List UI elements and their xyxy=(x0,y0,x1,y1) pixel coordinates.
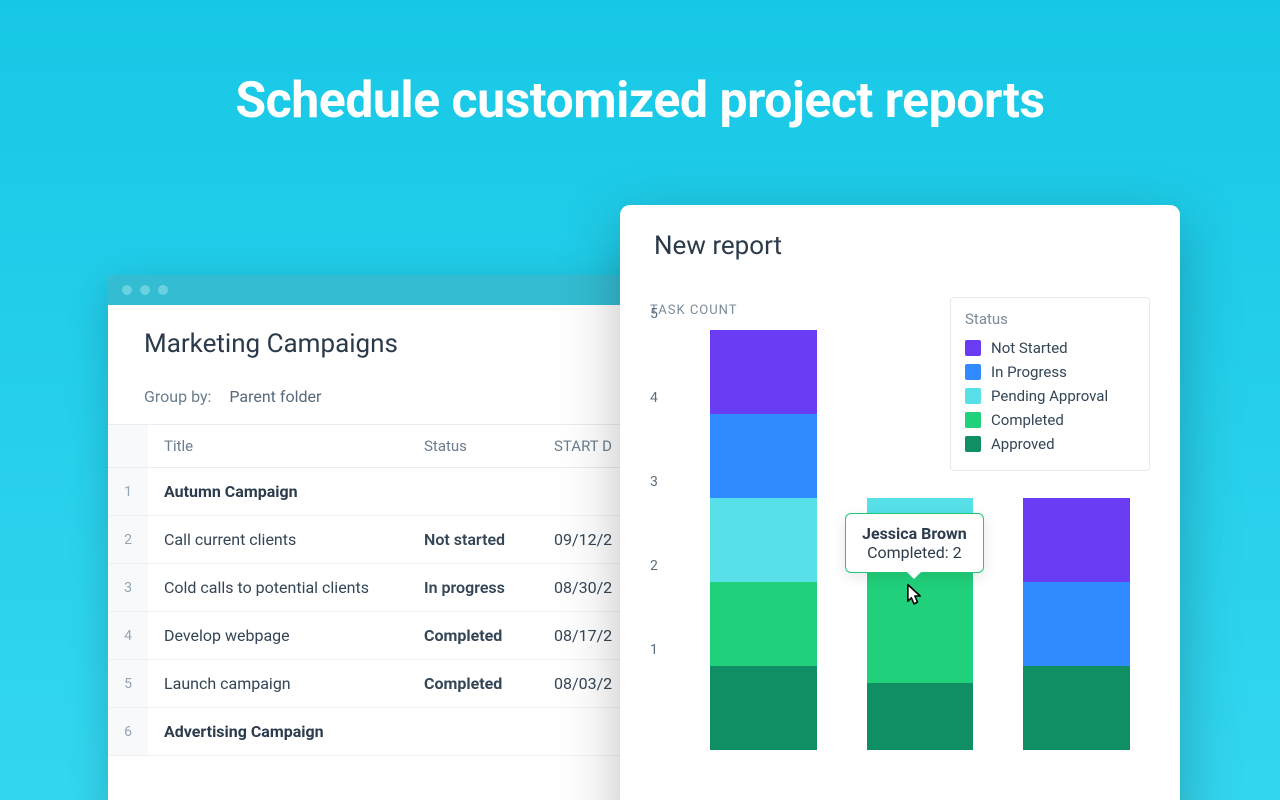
task-status[interactable]: Not started xyxy=(408,516,538,564)
chart-area: TASK COUNT Status Not StartedIn Progress… xyxy=(650,303,1150,783)
chart-plot: 12345 Jessica Brown Completed: 2 xyxy=(650,330,1150,750)
task-status[interactable] xyxy=(408,468,538,516)
window-dot-icon xyxy=(122,285,132,295)
tooltip-name: Jessica Brown xyxy=(862,524,967,543)
bar-segment[interactable] xyxy=(867,683,974,750)
col-index xyxy=(108,425,148,468)
chart-tooltip: Jessica Brown Completed: 2 xyxy=(845,513,984,573)
row-index: 5 xyxy=(108,660,148,708)
task-title[interactable]: Launch campaign xyxy=(148,660,408,708)
bar-segment[interactable] xyxy=(710,582,817,666)
task-title[interactable]: Develop webpage xyxy=(148,612,408,660)
chart-bar[interactable] xyxy=(1023,498,1130,750)
task-title[interactable]: Advertising Campaign xyxy=(148,708,408,756)
task-title[interactable]: Autumn Campaign xyxy=(148,468,408,516)
y-tick: 1 xyxy=(650,642,658,658)
legend-title: Status xyxy=(965,310,1135,328)
task-title[interactable]: Call current clients xyxy=(148,516,408,564)
bar-segment[interactable] xyxy=(710,414,817,498)
bar-segment[interactable] xyxy=(710,498,817,582)
y-tick: 2 xyxy=(650,558,658,574)
row-index: 3 xyxy=(108,564,148,612)
bar-segment[interactable] xyxy=(710,330,817,414)
row-index: 4 xyxy=(108,612,148,660)
col-title[interactable]: Title xyxy=(148,425,408,468)
tooltip-detail: Completed: 2 xyxy=(862,543,967,562)
group-by-label: Group by: xyxy=(144,387,211,406)
y-tick: 4 xyxy=(650,390,658,406)
bar-segment[interactable] xyxy=(1023,582,1130,666)
col-status[interactable]: Status xyxy=(408,425,538,468)
chart-bar[interactable] xyxy=(710,330,817,750)
report-title: New report xyxy=(620,205,1180,269)
bar-segment[interactable] xyxy=(710,666,817,750)
task-status[interactable] xyxy=(408,708,538,756)
bar-segment[interactable] xyxy=(1023,666,1130,750)
chart-y-axis: 12345 xyxy=(650,330,674,750)
task-status[interactable]: Completed xyxy=(408,612,538,660)
task-title[interactable]: Cold calls to potential clients xyxy=(148,564,408,612)
y-tick: 5 xyxy=(650,306,658,322)
window-dot-icon xyxy=(140,285,150,295)
row-index: 6 xyxy=(108,708,148,756)
cursor-pointer-icon xyxy=(900,582,928,610)
y-tick: 3 xyxy=(650,474,658,490)
task-status[interactable]: In progress xyxy=(408,564,538,612)
row-index: 2 xyxy=(108,516,148,564)
page-headline: Schedule customized project reports xyxy=(0,72,1280,130)
row-index: 1 xyxy=(108,468,148,516)
report-card: New report TASK COUNT Status Not Started… xyxy=(620,205,1180,800)
group-by-value[interactable]: Parent folder xyxy=(229,387,321,406)
window-dot-icon xyxy=(158,285,168,295)
bar-segment[interactable] xyxy=(1023,498,1130,582)
task-status[interactable]: Completed xyxy=(408,660,538,708)
